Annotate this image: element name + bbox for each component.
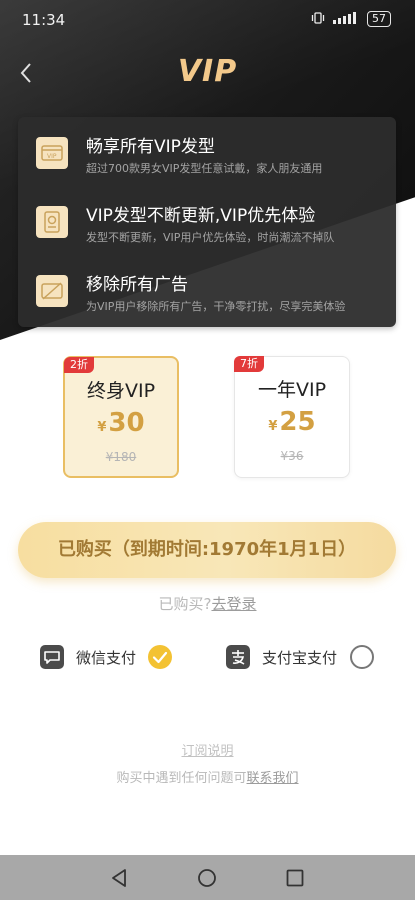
subscription-terms: 订阅说明	[0, 740, 415, 759]
status-time: 11:34	[22, 11, 66, 29]
vibrate-icon	[311, 11, 325, 27]
check-circle-icon[interactable]	[148, 645, 172, 669]
original-price: ¥36	[280, 449, 304, 463]
benefit-title: VIP发型不断更新,VIP优先体验	[86, 206, 316, 226]
purchase-button[interactable]: 已购买（到期时间:1970年1月1日）	[18, 522, 396, 578]
benefit-title: 移除所有广告	[86, 275, 188, 295]
benefit-title: 畅享所有VIP发型	[86, 137, 215, 157]
currency-symbol: ¥	[97, 420, 107, 435]
signal-icon	[331, 11, 361, 27]
svg-text:VIP: VIP	[47, 153, 57, 160]
plan-price: ¥25	[235, 407, 349, 437]
radio-empty-icon[interactable]	[350, 645, 374, 669]
benefit-desc: 超过700款男女VIP发型任意试戴，家人朋友通用	[86, 162, 323, 175]
status-bar: 11:34 57	[0, 0, 415, 40]
system-nav-bar	[0, 855, 415, 900]
plan-name: 终身VIP	[86, 380, 156, 402]
discount-badge: 2折	[64, 357, 94, 373]
benefit-item: 移除所有广告 为VIP用户移除所有广告，干净零打扰，尽享完美体验	[18, 261, 396, 321]
benefit-desc: 为VIP用户移除所有广告，干净零打扰，尽享完美体验	[86, 300, 346, 313]
plan-one-year-vip[interactable]: 7折 一年VIP ¥25 ¥36	[234, 356, 350, 478]
badge-icon	[36, 206, 68, 238]
nav-home-icon[interactable]	[194, 865, 220, 891]
help-row: 购买中遇到任何问题可联系我们	[0, 767, 415, 786]
pay-option-wechat[interactable]: 微信支付	[40, 643, 175, 671]
nav-recents-icon[interactable]	[282, 865, 308, 891]
nav-back-icon[interactable]	[106, 865, 132, 891]
pay-label: 支付宝支付	[262, 649, 338, 667]
page-title: VIP	[177, 54, 238, 89]
price-value: 30	[108, 408, 145, 438]
pay-label: 微信支付	[76, 649, 137, 667]
benefit-item: VIP发型不断更新,VIP优先体验 发型不断更新，VIP用户优先体验，时尚潮流不…	[18, 192, 396, 252]
benefit-item: VIP 畅享所有VIP发型 超过700款男女VIP发型任意试戴，家人朋友通用	[18, 123, 396, 183]
login-prefix: 已购买?	[158, 595, 212, 613]
contact-link[interactable]: 联系我们	[247, 771, 299, 786]
help-text: 购买中遇到任何问题可	[116, 771, 247, 786]
subscription-link[interactable]: 订阅说明	[181, 744, 233, 759]
alipay-icon	[226, 645, 250, 669]
price-value: 25	[279, 407, 316, 437]
pay-option-alipay[interactable]: 支付宝支付	[226, 643, 376, 671]
plan-price: ¥30	[65, 408, 177, 438]
plan-name: 一年VIP	[257, 379, 327, 401]
original-price: ¥180	[105, 450, 137, 464]
benefits-panel: VIP 畅享所有VIP发型 超过700款男女VIP发型任意试戴，家人朋友通用 V…	[18, 117, 396, 327]
wechat-icon	[40, 645, 64, 669]
plan-lifetime-vip[interactable]: 2折 终身VIP ¥30 ¥180	[63, 356, 179, 478]
vip-card-icon: VIP	[36, 137, 68, 169]
discount-badge: 7折	[234, 356, 264, 372]
currency-symbol: ¥	[268, 419, 278, 434]
login-prompt: 已购买?去登录	[0, 593, 415, 614]
battery-icon: 57	[367, 11, 391, 27]
no-ads-icon	[36, 275, 68, 307]
status-icons: 57	[311, 11, 391, 27]
benefit-desc: 发型不断更新，VIP用户优先体验，时尚潮流不掉队	[86, 231, 335, 244]
login-link[interactable]: 去登录	[211, 595, 256, 613]
